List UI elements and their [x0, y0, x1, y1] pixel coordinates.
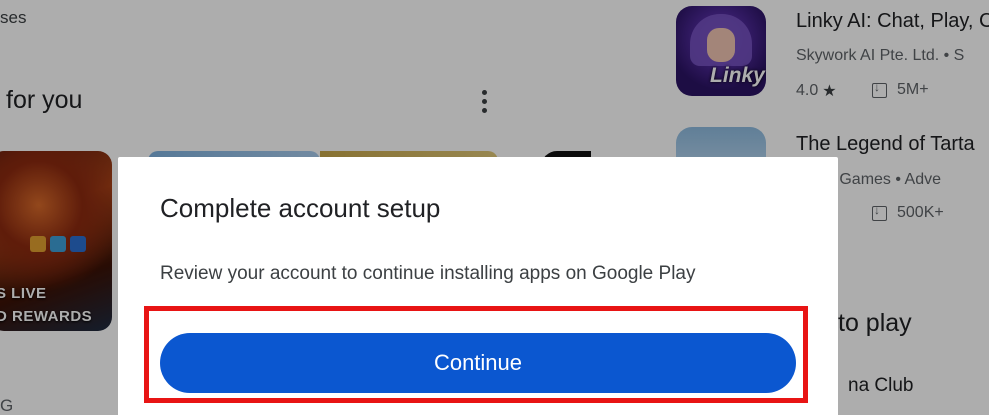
- play-store-screen: ses for you S LIVE D REWARDS G Linky Lin…: [0, 0, 989, 415]
- dialog-body: Review your account to continue installi…: [160, 263, 696, 284]
- complete-account-setup-dialog: Complete account setup Review your accou…: [118, 157, 838, 415]
- continue-button[interactable]: Continue: [160, 333, 796, 393]
- dialog-title: Complete account setup: [160, 193, 441, 223]
